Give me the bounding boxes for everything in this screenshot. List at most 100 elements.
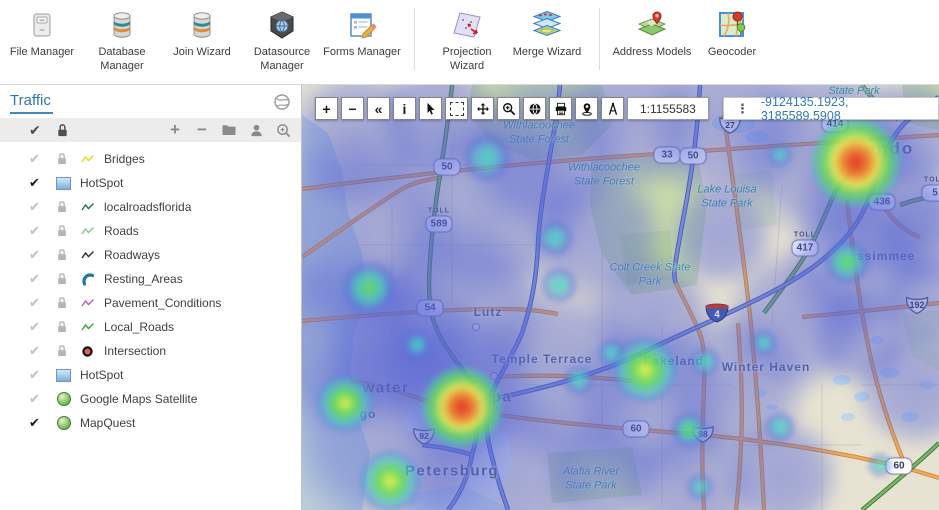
info-tool-button[interactable]: i: [393, 97, 416, 120]
layer-row-local-roads[interactable]: ✔ Local_Roads: [0, 315, 301, 339]
tool-label: Datasource Manager: [253, 46, 311, 72]
layer-lock-icon[interactable]: [56, 296, 69, 310]
pan-tool-button[interactable]: [471, 97, 494, 120]
main-area: Traffic ✔ + − ✔ Bridges ✔ HotSpot ✔ loca…: [0, 85, 939, 510]
select-tool-button[interactable]: [419, 97, 442, 120]
line-symbol-icon: [80, 298, 94, 307]
layer-label[interactable]: HotSpot: [80, 368, 123, 382]
panel-globe-icon[interactable]: [273, 93, 291, 111]
more-options-icon[interactable]: ⋮: [736, 101, 749, 117]
layer-row-roadways[interactable]: ✔ Roadways: [0, 243, 301, 267]
layer-row-bridges[interactable]: ✔ Bridges: [0, 147, 301, 171]
collapse-toolbar-button[interactable]: «: [367, 97, 390, 120]
map-tab-traffic[interactable]: Traffic: [10, 90, 53, 114]
tool-address-models[interactable]: Address Models: [612, 0, 692, 60]
tool-join-wizard[interactable]: Join Wizard: [162, 0, 242, 60]
tool-projection-wizard[interactable]: Projection Wizard: [427, 0, 507, 74]
zoom-box-button[interactable]: [497, 97, 520, 120]
tool-label: Projection Wizard: [442, 46, 492, 72]
layer-visibility-checkbox[interactable]: ✔: [29, 199, 45, 215]
main-toolbar: File Manager Database Manager Join Wizard D…: [0, 0, 939, 85]
geolocate-button[interactable]: [575, 97, 598, 120]
layer-visibility-checkbox[interactable]: ✔: [29, 367, 45, 383]
layer-lock-icon[interactable]: [56, 344, 69, 358]
layer-label[interactable]: HotSpot: [80, 176, 123, 190]
map-scale-display: 1:1155583: [627, 97, 709, 120]
tool-file-manager[interactable]: File Manager: [2, 0, 82, 60]
print-button[interactable]: [549, 97, 572, 120]
layer-visibility-checkbox[interactable]: ✔: [29, 151, 45, 167]
tool-merge-wizard[interactable]: Merge Wizard: [507, 0, 587, 60]
layer-lock-icon[interactable]: [56, 152, 69, 166]
layer-lock-icon[interactable]: [56, 272, 69, 286]
layer-row-localroadsflorida[interactable]: ✔ localroadsflorida: [0, 195, 301, 219]
overview-globe-button[interactable]: [523, 97, 546, 120]
tool-label: Merge Wizard: [512, 46, 582, 58]
zoom-extent-icon[interactable]: [275, 122, 291, 138]
line-symbol-icon: [80, 250, 94, 259]
lock-all-icon[interactable]: [56, 123, 69, 138]
raster-layer-icon: [56, 176, 71, 190]
tool-label: File Manager: [9, 46, 75, 58]
layer-visibility-checkbox[interactable]: ✔: [29, 319, 45, 335]
gis-application: File Manager Database Manager Join Wizard D…: [0, 0, 939, 510]
layer-list-toolbar: ✔ + −: [0, 118, 301, 142]
layer-visibility-checkbox[interactable]: ✔: [29, 343, 45, 359]
layer-row-mapquest[interactable]: ✔ MapQuest: [0, 411, 301, 435]
layer-label[interactable]: Intersection: [104, 344, 166, 358]
layer-visibility-checkbox[interactable]: ✔: [29, 247, 45, 263]
layer-lock-icon[interactable]: [56, 200, 69, 214]
layer-row-intersection[interactable]: ✔ Intersection: [0, 339, 301, 363]
tool-label: Database Manager: [98, 46, 146, 72]
forms-manager-icon: [322, 6, 402, 44]
line-symbol-icon: [80, 202, 94, 211]
measure-button[interactable]: [601, 97, 624, 120]
layer-label[interactable]: localroadsflorida: [104, 200, 191, 214]
add-layer-button[interactable]: +: [167, 120, 183, 139]
basemap-globe-icon: [56, 416, 71, 430]
visibility-all-icon[interactable]: ✔: [29, 122, 41, 139]
datasource-manager-icon: [242, 6, 322, 44]
map-base: [302, 85, 939, 510]
layer-lock-icon[interactable]: [56, 224, 69, 238]
layer-visibility-checkbox[interactable]: ✔: [29, 223, 45, 239]
layer-row-hotspot[interactable]: ✔ HotSpot: [0, 171, 301, 195]
layer-visibility-checkbox[interactable]: ✔: [29, 295, 45, 311]
tool-database-manager[interactable]: Database Manager: [82, 0, 162, 74]
remove-layer-button[interactable]: −: [194, 120, 210, 139]
user-icon[interactable]: [248, 122, 264, 138]
tool-geocoder[interactable]: Geocoder: [692, 0, 772, 60]
layer-label[interactable]: Local_Roads: [104, 320, 174, 334]
zoom-in-button[interactable]: +: [315, 97, 338, 120]
tool-label: Address Models: [612, 46, 692, 58]
zoom-out-button[interactable]: −: [341, 97, 364, 120]
layer-label[interactable]: Pavement_Conditions: [104, 296, 221, 310]
layer-label[interactable]: Google Maps Satellite: [80, 392, 197, 406]
layer-lock-icon[interactable]: [56, 320, 69, 334]
layer-row-hotspot[interactable]: ✔ HotSpot: [0, 363, 301, 387]
map-toolbar: + − «i 1:1155583 ⋮ -9124135.1923, 3185589.…: [315, 94, 939, 123]
toolbar-separator: [599, 8, 600, 70]
layer-visibility-checkbox[interactable]: ✔: [29, 271, 45, 287]
layer-label[interactable]: Roadways: [104, 248, 160, 262]
layer-row-resting-areas[interactable]: ✔ Resting_Areas: [0, 267, 301, 291]
layer-visibility-checkbox[interactable]: ✔: [29, 175, 45, 191]
layer-row-pavement-conditions[interactable]: ✔ Pavement_Conditions: [0, 291, 301, 315]
map-viewport[interactable]: Withlacoochee State Forest Withlacoochee …: [302, 85, 939, 510]
map-coordinates: -9124135.1923, 3185589.5908: [760, 94, 849, 123]
marquee-select-button[interactable]: [445, 97, 468, 120]
layer-visibility-checkbox[interactable]: ✔: [29, 415, 45, 431]
layer-label[interactable]: Roads: [104, 224, 139, 238]
layer-visibility-checkbox[interactable]: ✔: [29, 391, 45, 407]
layer-label[interactable]: MapQuest: [80, 416, 135, 430]
layer-label[interactable]: Resting_Areas: [104, 272, 183, 286]
tool-forms-manager[interactable]: Forms Manager: [322, 0, 402, 60]
tool-datasource-manager[interactable]: Datasource Manager: [242, 0, 322, 74]
layer-label[interactable]: Bridges: [104, 152, 145, 166]
layer-actions: + −: [167, 120, 301, 139]
layer-lock-icon[interactable]: [56, 248, 69, 262]
folder-icon[interactable]: [221, 122, 237, 138]
arc-symbol-icon: [81, 273, 94, 286]
layer-row-roads[interactable]: ✔ Roads: [0, 219, 301, 243]
layer-row-google-maps-satellite[interactable]: ✔ Google Maps Satellite: [0, 387, 301, 411]
